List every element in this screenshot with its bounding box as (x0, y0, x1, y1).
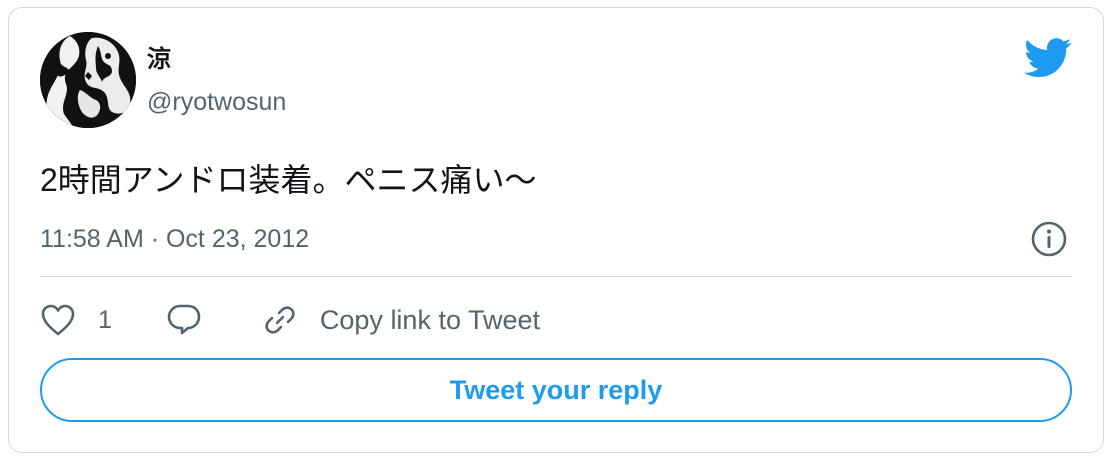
author-handle[interactable]: @ryotwosun (147, 86, 286, 118)
tweet-actions: 1 Copy link to Tweet (40, 300, 540, 340)
avatar-image (40, 32, 136, 128)
link-icon (262, 302, 298, 338)
info-icon[interactable] (1030, 220, 1068, 258)
copy-link-button[interactable]: Copy link to Tweet (262, 302, 540, 338)
like-button[interactable]: 1 (40, 303, 112, 337)
display-name[interactable]: 涼 (147, 45, 171, 75)
like-count: 1 (98, 306, 112, 334)
twitter-bird-icon[interactable] (1024, 38, 1072, 78)
tweet-your-reply-button[interactable]: Tweet your reply (40, 358, 1072, 422)
speech-bubble-icon (166, 302, 202, 338)
tweet-timestamp[interactable]: 11:58 AM · Oct 23, 2012 (40, 223, 309, 255)
reply-button[interactable] (166, 302, 202, 338)
avatar[interactable] (40, 32, 136, 128)
tweet-text: 2時間アンドロ装着。ペニス痛い〜 (40, 162, 537, 198)
divider (40, 276, 1072, 277)
tweet-card: 涼 @ryotwosun 2時間アンドロ装着。ペニス痛い〜 11:58 AM ·… (8, 7, 1104, 453)
heart-icon (40, 303, 76, 337)
copy-link-label: Copy link to Tweet (319, 305, 541, 335)
